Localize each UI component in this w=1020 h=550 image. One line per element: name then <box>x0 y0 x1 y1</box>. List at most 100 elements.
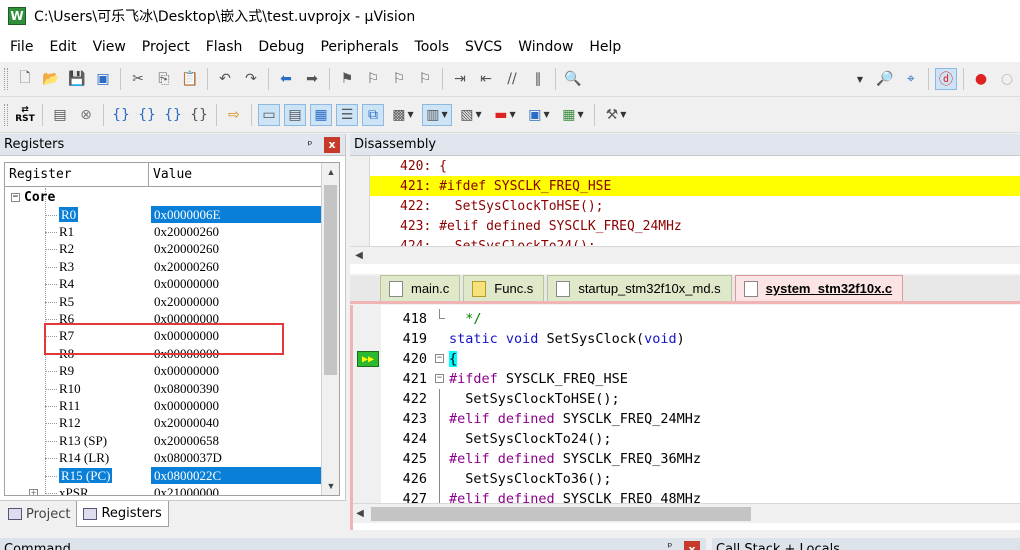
reset-icon[interactable]: ⇄ RST <box>14 104 36 126</box>
call-stack-window-icon[interactable]: ⧉ <box>362 103 384 126</box>
menu-svcs[interactable]: SVCS <box>457 39 510 55</box>
save-all-icon[interactable]: ▣ <box>92 68 114 90</box>
step-over-icon[interactable]: {} <box>136 104 158 126</box>
code-line[interactable]: 422 SetSysClockToHSE(); <box>353 389 1020 409</box>
register-value[interactable]: 0x20000260 <box>151 259 321 275</box>
register-row[interactable]: R3 0x20000260 <box>5 258 321 275</box>
cut-icon[interactable]: ✂ <box>127 68 149 90</box>
toolbar-grip[interactable] <box>4 103 8 126</box>
register-value[interactable]: 0x00000000 <box>151 346 321 362</box>
menu-edit[interactable]: Edit <box>41 39 84 55</box>
scroll-down-icon[interactable]: ▼ <box>322 477 339 495</box>
register-row[interactable]: R10 0x08000390 <box>5 380 321 397</box>
register-value[interactable]: 0x20000658 <box>151 433 321 449</box>
expand-icon[interactable]: + <box>29 488 38 495</box>
code-line[interactable]: 426 SetSysClockTo36(); <box>353 469 1020 489</box>
register-value[interactable]: 0x20000040 <box>151 415 321 431</box>
find-dropdown-icon[interactable]: ▼ <box>848 68 870 90</box>
register-value[interactable]: 0x20000260 <box>151 224 321 240</box>
run-to-cursor-icon[interactable]: {} <box>188 104 210 126</box>
menu-view[interactable]: View <box>85 39 134 55</box>
bookmark-clear-icon[interactable]: ⚐ <box>414 68 436 90</box>
open-file-icon[interactable]: 📂 <box>40 68 62 90</box>
undo-icon[interactable]: ↶ <box>214 68 236 90</box>
register-row[interactable]: R15 (PC) 0x0800022C <box>5 466 321 485</box>
register-row[interactable]: R5 0x20000000 <box>5 293 321 310</box>
code-line[interactable]: 425 #elif defined SYSCLK_FREQ_36MHz <box>353 449 1020 469</box>
register-row[interactable]: R2 0x20000260 <box>5 241 321 258</box>
disassembly-window-icon[interactable]: ▤ <box>284 103 306 126</box>
trace-windows-icon[interactable]: ▣ ▼ <box>524 104 554 126</box>
scroll-up-icon[interactable]: ▲ <box>322 163 339 181</box>
register-value[interactable]: 0x0000006E <box>151 206 321 224</box>
register-row[interactable]: + xPSR 0x21000000 <box>5 484 321 495</box>
disassembly-horizontal-scrollbar[interactable]: ◀ <box>350 246 1020 264</box>
serial-windows-icon[interactable]: ▧ ▼ <box>456 104 486 126</box>
menu-file[interactable]: File <box>2 39 41 55</box>
breakpoint-disable-icon[interactable]: ○ <box>996 68 1018 90</box>
analysis-windows-icon[interactable]: ▬ ▼ <box>490 104 520 126</box>
memory-windows-icon[interactable]: ▥ ▼ <box>422 103 452 126</box>
run-icon[interactable]: ▤ <box>49 104 71 126</box>
register-value[interactable]: 0x00000000 <box>151 311 321 327</box>
register-row[interactable]: R13 (SP) 0x20000658 <box>5 432 321 449</box>
register-value[interactable]: 0x20000000 <box>151 294 321 310</box>
step-out-icon[interactable]: {} <box>162 104 184 126</box>
command-window-icon[interactable]: ▭ <box>258 103 280 126</box>
editor-tab[interactable]: startup_stm32f10x_md.s <box>547 275 732 301</box>
register-value[interactable]: 0x08000390 <box>151 381 321 397</box>
navigate-back-icon[interactable]: ⬅ <box>275 68 297 90</box>
register-value[interactable]: 0x00000000 <box>151 398 321 414</box>
breakpoint-insert-icon[interactable]: ● <box>970 68 992 90</box>
bookmark-toggle-icon[interactable]: ⚑ <box>336 68 358 90</box>
bookmark-next-icon[interactable]: ⚐ <box>388 68 410 90</box>
new-file-icon[interactable]: 🗋 <box>14 68 36 90</box>
register-value[interactable]: 0x20000260 <box>151 241 321 257</box>
tree-group-core[interactable]: − Core <box>5 188 321 206</box>
register-value[interactable]: 0x21000000 <box>151 485 321 495</box>
register-row[interactable]: R12 0x20000040 <box>5 415 321 432</box>
copy-icon[interactable]: ⎘ <box>153 68 175 90</box>
close-icon[interactable]: x <box>684 541 700 550</box>
close-icon[interactable]: x <box>324 136 340 153</box>
register-row[interactable]: R8 0x00000000 <box>5 345 321 362</box>
code-line[interactable]: 418 */ <box>353 309 1020 329</box>
register-row[interactable]: R6 0x00000000 <box>5 310 321 327</box>
pin-icon[interactable]: ᵖ <box>664 540 676 550</box>
incremental-find-icon[interactable]: 🔎 <box>874 68 896 90</box>
scrollbar-thumb[interactable] <box>324 185 337 375</box>
code-line[interactable]: 421− #ifdef SYSCLK_FREQ_HSE <box>353 369 1020 389</box>
register-row[interactable]: R7 0x00000000 <box>5 328 321 345</box>
source-browser-icon[interactable]: ⌖ <box>900 68 922 90</box>
register-value[interactable]: 0x0800037D <box>151 450 321 466</box>
register-value[interactable]: 0x00000000 <box>151 328 321 344</box>
redo-icon[interactable]: ↷ <box>240 68 262 90</box>
bookmark-prev-icon[interactable]: ⚐ <box>362 68 384 90</box>
comment-icon[interactable]: // <box>501 68 523 90</box>
registers-window-icon[interactable]: ☰ <box>336 103 358 126</box>
menu-peripherals[interactable]: Peripherals <box>312 39 406 55</box>
registers-vertical-scrollbar[interactable]: ▲ ▼ <box>321 163 339 495</box>
debug-session-icon[interactable]: ⓓ <box>935 68 957 90</box>
show-next-statement-icon[interactable]: ⇨ <box>223 104 245 126</box>
menu-window[interactable]: Window <box>510 39 581 55</box>
code-horizontal-scrollbar[interactable]: ◀ <box>353 503 1020 523</box>
watch-windows-icon[interactable]: ▩ ▼ <box>388 104 418 126</box>
save-icon[interactable]: 💾 <box>66 68 88 90</box>
disassembly-line[interactable]: 424: SetSysClockTo24(); <box>350 236 1020 247</box>
scroll-left-icon[interactable]: ◀ <box>350 250 368 261</box>
code-line[interactable]: 419 static void SetSysClock(void) <box>353 329 1020 349</box>
toolbar-grip[interactable] <box>4 68 8 90</box>
uncomment-icon[interactable]: ∥ <box>527 68 549 90</box>
menu-help[interactable]: Help <box>581 39 629 55</box>
disassembly-line[interactable]: 423: #elif defined SYSCLK_FREQ_24MHz <box>350 216 1020 236</box>
editor-tab[interactable]: Func.s <box>463 275 545 301</box>
code-editor[interactable]: 418 */ 419 static void SetSysClock(void) ▶▶… <box>350 305 1020 530</box>
register-row[interactable]: R11 0x00000000 <box>5 397 321 414</box>
register-row[interactable]: R0 0x0000006E <box>5 206 321 224</box>
register-row[interactable]: R9 0x00000000 <box>5 363 321 380</box>
symbols-window-icon[interactable]: ▦ <box>310 103 332 126</box>
system-viewer-icon[interactable]: ▦ ▼ <box>558 104 588 126</box>
stop-icon[interactable]: ⊗ <box>75 104 97 126</box>
tab-project[interactable]: Project <box>2 501 76 527</box>
